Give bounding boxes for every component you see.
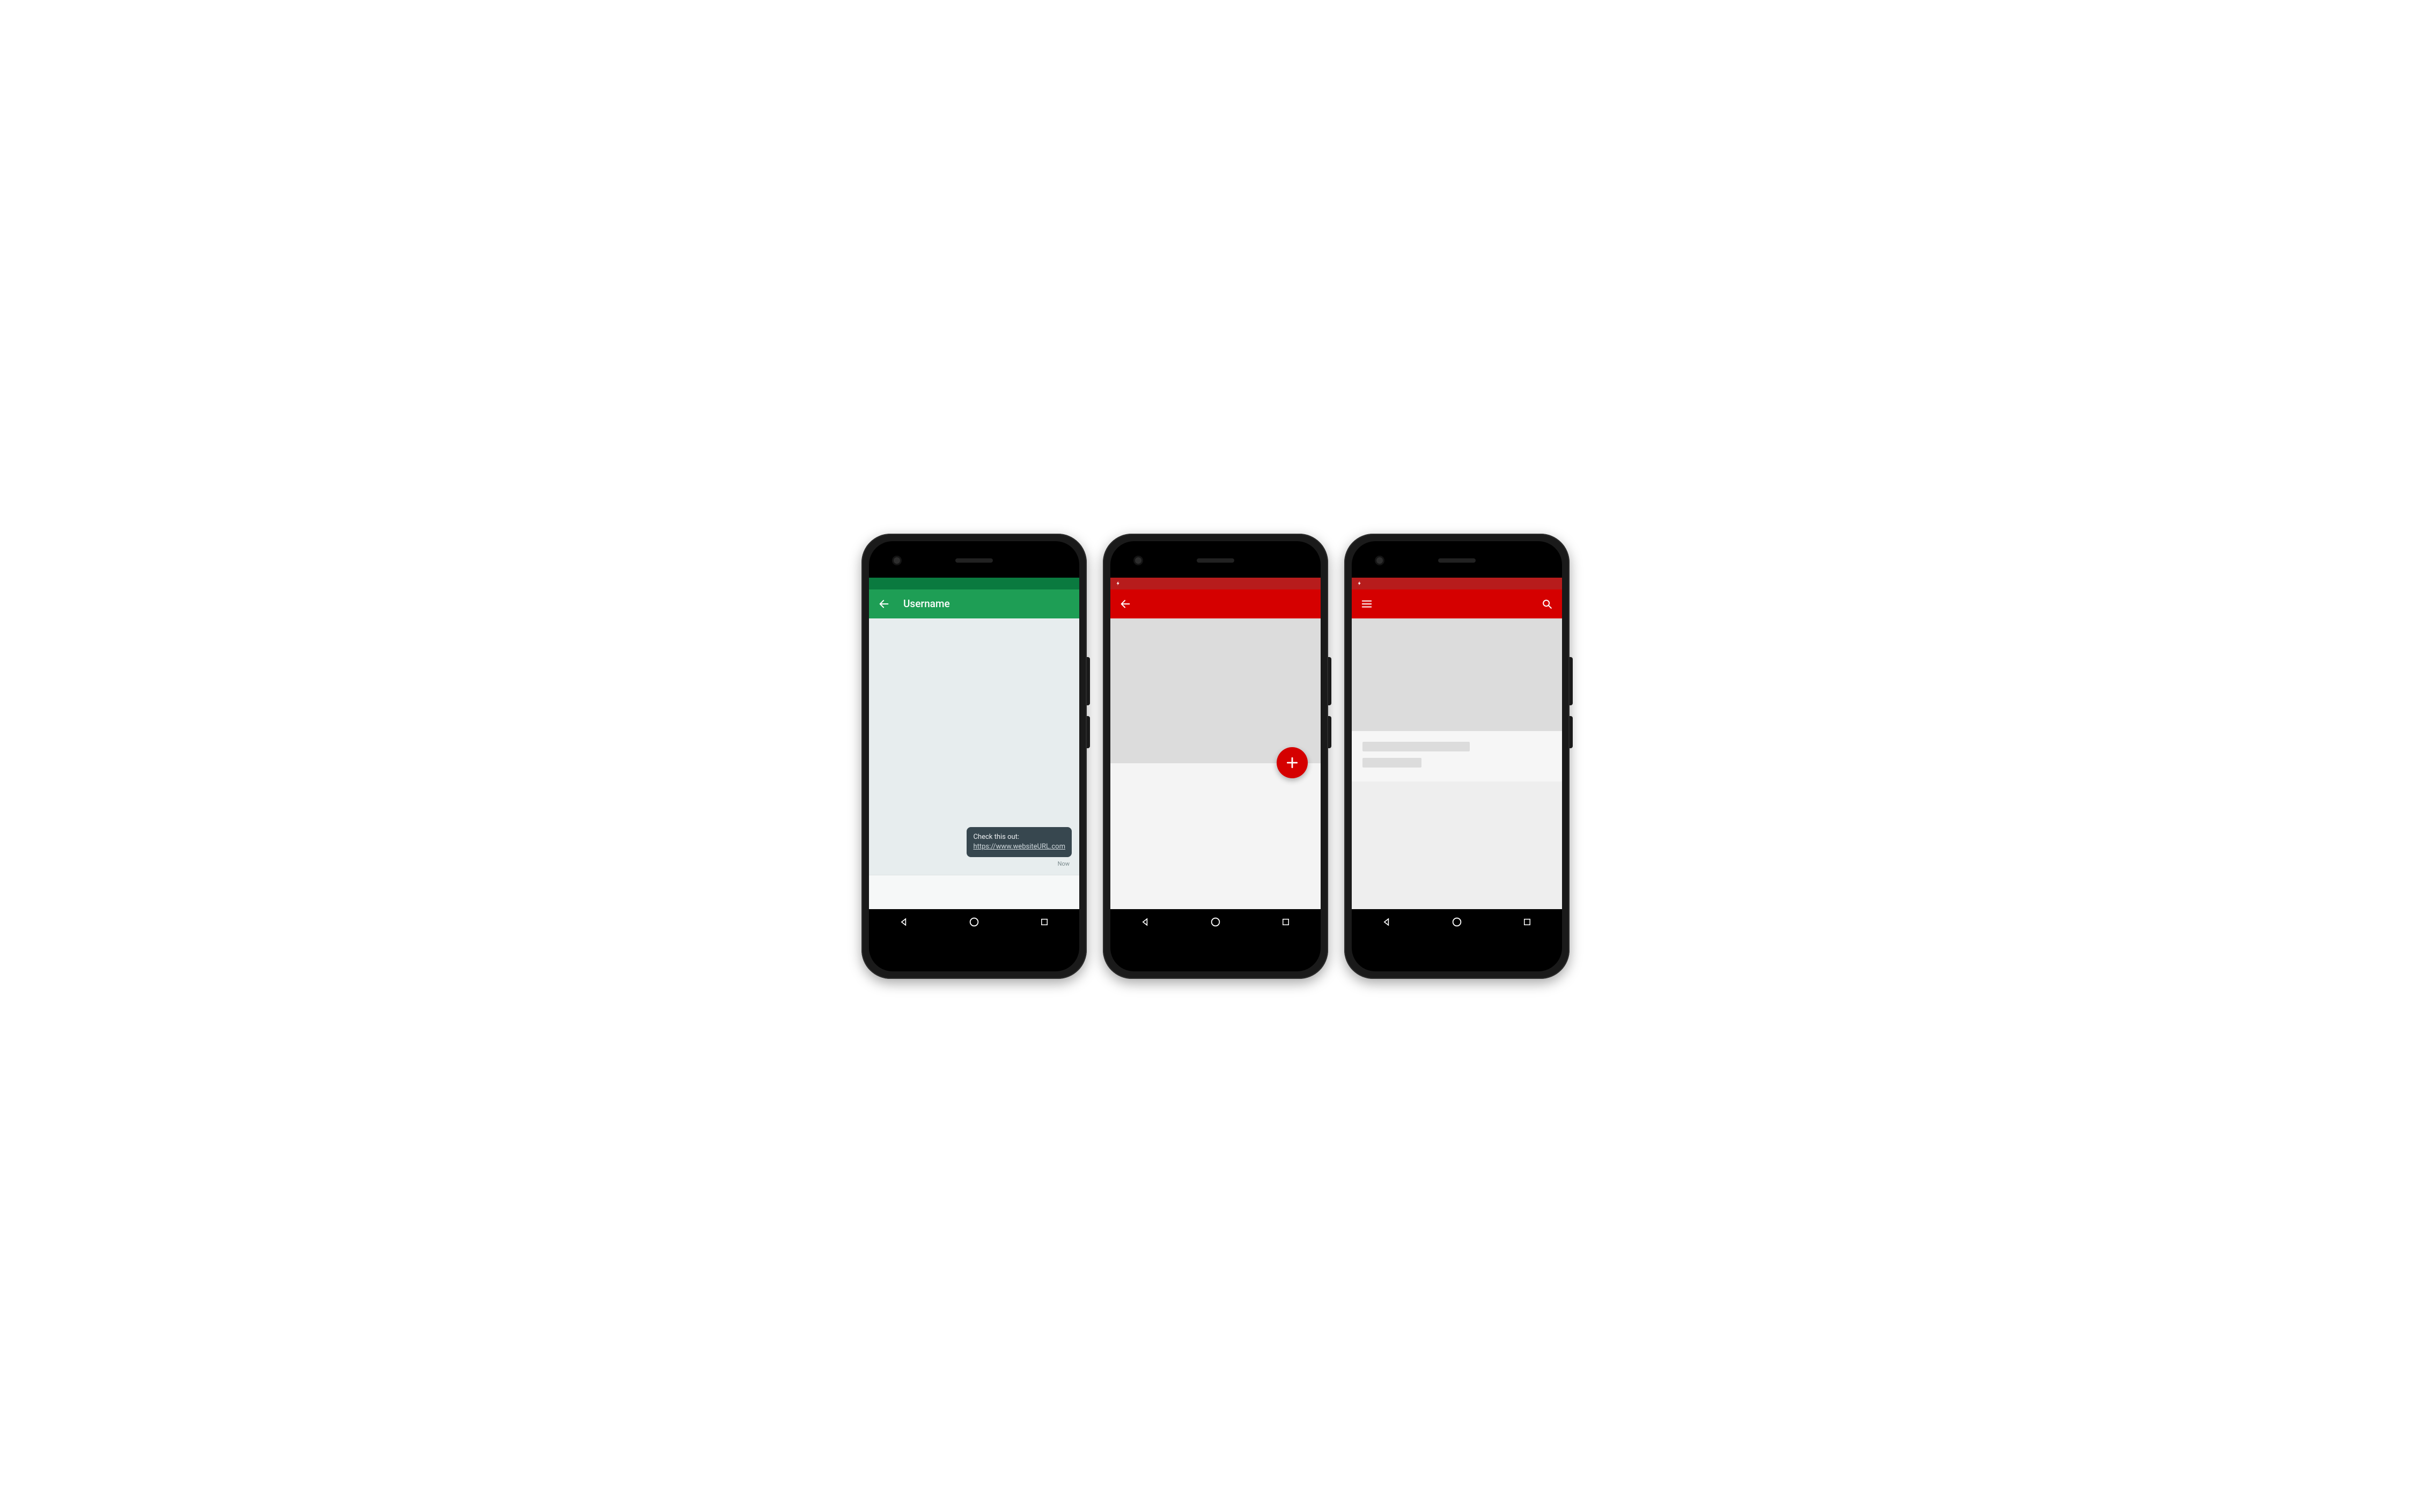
triangle-back-icon: [1381, 917, 1392, 927]
content-body[interactable]: [1352, 781, 1562, 909]
circle-home-icon: [1451, 916, 1463, 928]
device-top-bezel: [1352, 541, 1562, 578]
device-top-bezel: [1110, 541, 1321, 578]
list-content: [1352, 618, 1562, 909]
chat-bubble-outgoing[interactable]: Check this out: https://www.websiteURL.c…: [967, 827, 1072, 857]
back-button[interactable]: [1118, 596, 1133, 611]
arrow-left-icon: [1119, 598, 1131, 610]
chat-scroll-area[interactable]: Check this out: https://www.websiteURL.c…: [869, 618, 1079, 875]
screen-detail: [1110, 578, 1321, 935]
triangle-back-icon: [1140, 917, 1151, 927]
android-nav-bar: [1352, 909, 1562, 935]
fab-add-button[interactable]: [1277, 747, 1308, 778]
device-bezel: [1352, 541, 1562, 971]
list-item[interactable]: [1352, 731, 1562, 781]
square-recents-icon: [1040, 917, 1049, 927]
back-button[interactable]: [876, 596, 892, 611]
device-bezel: [1110, 541, 1321, 971]
camera-icon: [1135, 557, 1141, 564]
app-bar-title: Username: [903, 598, 950, 610]
chat-bubble-text: Check this out:: [973, 833, 1019, 841]
arrow-left-icon: [878, 598, 890, 610]
device-bottom-bezel: [1110, 935, 1321, 971]
nav-home-button[interactable]: [963, 911, 985, 933]
android-nav-bar: [1110, 909, 1321, 935]
square-recents-icon: [1522, 917, 1532, 927]
android-nav-bar: [869, 909, 1079, 935]
skeleton-title: [1362, 742, 1470, 751]
menu-button[interactable]: [1359, 596, 1374, 611]
speaker-icon: [955, 558, 993, 563]
screen-list: [1352, 578, 1562, 935]
device-bottom-bezel: [869, 935, 1079, 971]
nav-back-button[interactable]: [893, 911, 915, 933]
status-bar: [1352, 578, 1562, 589]
circle-home-icon: [968, 916, 980, 928]
lightning-icon: [1116, 581, 1121, 586]
speaker-icon: [1197, 558, 1234, 563]
nav-recents-button[interactable]: [1034, 911, 1055, 933]
triangle-back-icon: [898, 917, 909, 927]
nav-home-button[interactable]: [1205, 911, 1226, 933]
speaker-icon: [1438, 558, 1476, 563]
chat-bubble-link[interactable]: https://www.websiteURL.com: [973, 843, 1065, 851]
nav-back-button[interactable]: [1135, 911, 1156, 933]
nav-home-button[interactable]: [1446, 911, 1468, 933]
app-bar: Username: [869, 589, 1079, 618]
content-body[interactable]: [1110, 763, 1321, 909]
device-bottom-bezel: [1352, 935, 1562, 971]
hero-image-placeholder: [1110, 618, 1321, 763]
search-button[interactable]: [1539, 596, 1555, 611]
app-bar: [1352, 589, 1562, 618]
chat-content: Check this out: https://www.websiteURL.c…: [869, 618, 1079, 909]
hero-image-placeholder: [1352, 618, 1562, 731]
compose-bar[interactable]: [869, 875, 1079, 909]
status-bar: [869, 578, 1079, 589]
camera-icon: [1376, 557, 1383, 564]
search-icon: [1541, 598, 1553, 610]
detail-content: [1110, 618, 1321, 909]
status-bar: [1110, 578, 1321, 589]
circle-home-icon: [1210, 916, 1221, 928]
device-bezel: Username Check this out: https://www.web…: [869, 541, 1079, 971]
chat-timestamp: Now: [1058, 860, 1070, 867]
device-frame-3: [1344, 534, 1570, 979]
device-top-bezel: [869, 541, 1079, 578]
hamburger-icon: [1361, 598, 1373, 610]
plus-icon: [1285, 756, 1299, 770]
screen-chat: Username Check this out: https://www.web…: [869, 578, 1079, 935]
nav-recents-button[interactable]: [1516, 911, 1538, 933]
lightning-icon: [1357, 581, 1362, 586]
device-frame-2: [1103, 534, 1328, 979]
nav-recents-button[interactable]: [1275, 911, 1296, 933]
camera-icon: [894, 557, 900, 564]
skeleton-subtitle: [1362, 758, 1421, 768]
device-frame-1: Username Check this out: https://www.web…: [861, 534, 1087, 979]
square-recents-icon: [1281, 917, 1291, 927]
app-bar: [1110, 589, 1321, 618]
nav-back-button[interactable]: [1376, 911, 1397, 933]
